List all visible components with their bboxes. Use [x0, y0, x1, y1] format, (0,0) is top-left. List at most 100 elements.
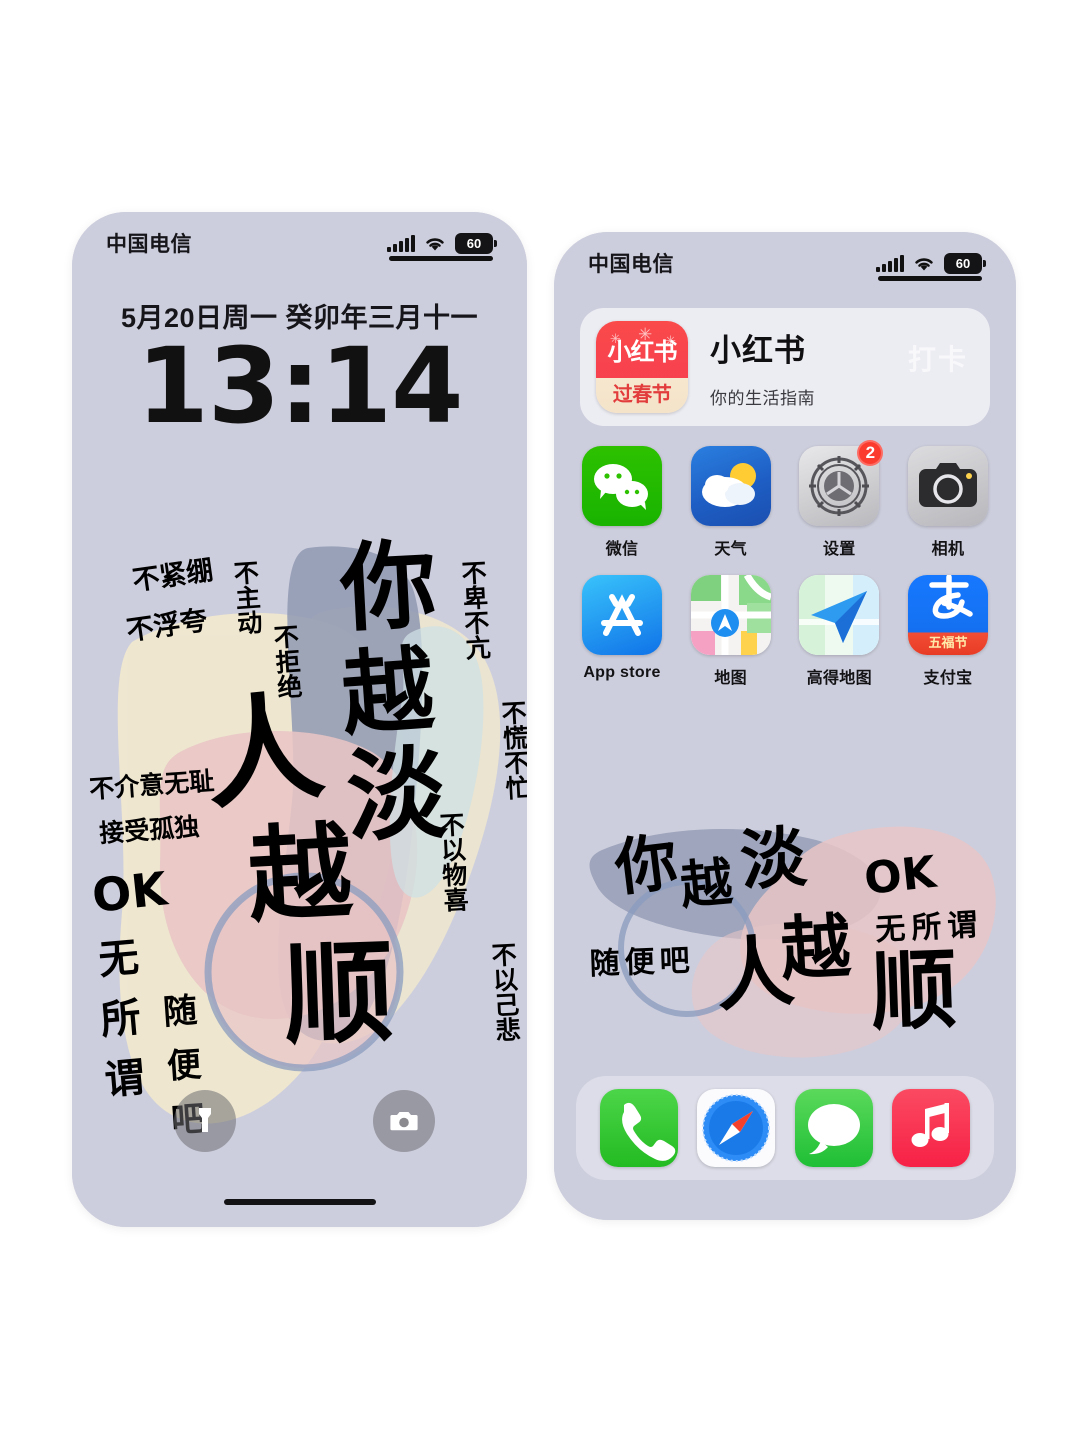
- paper-plane-icon: [799, 575, 880, 655]
- cal-note-4: 不慌不忙: [498, 699, 527, 800]
- cal-char-1: 越: [678, 853, 736, 917]
- battery-indicator: 60: [944, 252, 986, 274]
- status-icons: 60: [876, 252, 986, 274]
- cal-ok-sub-1: 无: [97, 935, 141, 984]
- signal-bars-icon: [876, 254, 904, 272]
- phone-icon: [599, 1089, 678, 1167]
- app-row-1: 微信 天气 2 设置 相机: [576, 440, 994, 559]
- lock-home-indicator[interactable]: [223, 1199, 376, 1205]
- cal-ok-sub-3: 谓: [103, 1055, 147, 1104]
- speech-bubble-icon: [807, 1104, 860, 1155]
- cal-char-5: 顺: [281, 928, 395, 1060]
- cal-note-1: 不浮夸: [125, 605, 210, 647]
- cal-note-7: 不以物喜: [436, 811, 470, 912]
- apple-maps-icon: [690, 575, 771, 655]
- wechat-icon: [582, 446, 662, 526]
- widget-title: 小红书: [710, 333, 806, 368]
- xiaohongshu-widget[interactable]: ✳ ✳ ✳ 小红书 过春节 小红书 你的生活指南 打卡: [580, 308, 990, 426]
- status-underline: [878, 276, 982, 281]
- camera-body-icon: [918, 463, 977, 507]
- cal-note-6: 接受孤独: [98, 812, 200, 848]
- cal-note-5: 不介意无耻: [88, 766, 215, 804]
- cal-casual-2: 便: [166, 1045, 204, 1087]
- cal-note-0: 不紧绷: [131, 555, 216, 597]
- cal-char-3: 人: [198, 676, 330, 826]
- dock-safari[interactable]: [697, 1089, 776, 1167]
- app-row-2: App store 地图 高得地图 五福节 支付宝: [576, 575, 994, 688]
- cal-char-0: 你: [336, 529, 439, 646]
- cal-note-2: 不主动 不拒绝: [230, 559, 304, 700]
- music-note-icon: [892, 1089, 971, 1167]
- app-maps[interactable]: 地图: [685, 575, 777, 688]
- app-label: 设置: [823, 541, 856, 558]
- maps-road-icon: [690, 575, 771, 655]
- app-camera[interactable]: 相机: [902, 446, 994, 559]
- lock-screen-phone: 中国电信 60 5月20日周一 癸卯年三月十一 13:14 你 越 淡 人 越 …: [72, 212, 527, 1227]
- app-settings[interactable]: 2 设置: [793, 440, 885, 559]
- signal-bars-icon: [387, 234, 415, 252]
- dock-music[interactable]: [892, 1089, 971, 1167]
- cal-char-1: 越: [338, 636, 438, 749]
- screenshot-stage: 中国电信 60 5月20日周一 癸卯年三月十一 13:14 你 越 淡 人 越 …: [0, 0, 1080, 1440]
- cal-char-2: 淡: [345, 735, 450, 855]
- app-label: 地图: [714, 670, 747, 687]
- status-underline: [389, 256, 493, 261]
- app-store-a-icon: [601, 594, 643, 636]
- home-screen-phone: 中国电信 60 ✳ ✳ ✳ 小红书 过春节 小红书 你的生活指南 打卡 微信 天…: [554, 232, 1016, 1220]
- lock-wallpaper-calligraphy: 你 越 淡 人 越 顺 不紧绷 不浮夸 不主动 不拒绝 不卑不亢 不慌不忙 不介…: [72, 512, 527, 1152]
- widget-subtitle: 你的生活指南: [710, 389, 815, 408]
- messages-bubble-icon: [794, 1089, 873, 1167]
- sun-cloud-icon: [701, 463, 756, 507]
- cal-casual: 随便吧: [589, 943, 695, 982]
- cal-ok: OK: [90, 861, 172, 923]
- alipay-icon: 五福节: [907, 575, 988, 655]
- cal-char-2: 淡: [738, 818, 810, 899]
- app-weather[interactable]: 天气: [685, 446, 777, 559]
- svg-text:不主动: 不主动: [230, 559, 264, 637]
- dock-messages[interactable]: [794, 1089, 873, 1167]
- safari-compass-icon: [697, 1089, 776, 1167]
- cal-note-3: 不卑不亢: [458, 559, 492, 661]
- camera-icon: [907, 446, 988, 526]
- cal-note-8: 不以己悲: [488, 941, 522, 1042]
- app-wechat[interactable]: 微信: [576, 446, 668, 559]
- cal-char-4: 越: [245, 810, 356, 937]
- phone-handset-icon: [621, 1102, 676, 1161]
- app-app-store[interactable]: App store: [576, 575, 668, 688]
- app-alipay[interactable]: 五福节 支付宝: [902, 575, 994, 688]
- xiaohongshu-icon: ✳ ✳ ✳ 小红书 过春节: [596, 321, 688, 413]
- app-label: 相机: [931, 541, 965, 558]
- widget-watermark: 打卡: [907, 344, 968, 375]
- wifi-icon: [913, 255, 935, 272]
- xhs-icon-bottom-text: 过春节: [612, 384, 672, 407]
- flashlight-button[interactable]: [174, 1090, 236, 1152]
- alipay-banner: 五福节: [928, 635, 968, 651]
- app-amap[interactable]: 高得地图: [793, 575, 885, 688]
- app-label: App store: [583, 664, 661, 681]
- app-label: 天气: [714, 541, 747, 558]
- compass-icon: [702, 1094, 771, 1162]
- dock-phone[interactable]: [599, 1089, 678, 1167]
- amap-icon: [799, 575, 880, 655]
- settings-badge: 2: [857, 440, 884, 466]
- app-grid: 微信 天气 2 设置 相机 App store 地图 高得地图 五福节 支付宝: [576, 440, 994, 704]
- app-label: 支付宝: [923, 670, 973, 687]
- dock: [576, 1076, 994, 1180]
- flashlight-icon: [199, 1108, 211, 1132]
- camera-button[interactable]: [373, 1090, 435, 1152]
- lock-time: 13:14: [136, 325, 463, 447]
- lock-status-bar: 中国电信 60: [72, 212, 527, 274]
- cal-ok-sub-2: 所: [99, 995, 143, 1044]
- home-wallpaper-calligraphy: 你 越 淡 人 越 顺 OK 无所谓 随便吧: [554, 818, 1016, 1082]
- cal-char-5: 顺: [869, 940, 958, 1043]
- app-label: 高得地图: [806, 670, 872, 687]
- cal-char-0: 你: [610, 825, 681, 905]
- double-note-icon: [911, 1103, 950, 1147]
- status-icons: 60: [387, 232, 497, 254]
- wechat-bubbles-icon: [594, 464, 648, 510]
- home-status-bar: 中国电信 60: [554, 232, 1016, 294]
- cal-ok: OK: [862, 847, 940, 905]
- app-store-icon: [582, 575, 662, 655]
- svg-text:不拒绝: 不拒绝: [270, 623, 304, 700]
- widget-text-block: 小红书 你的生活指南: [710, 325, 815, 409]
